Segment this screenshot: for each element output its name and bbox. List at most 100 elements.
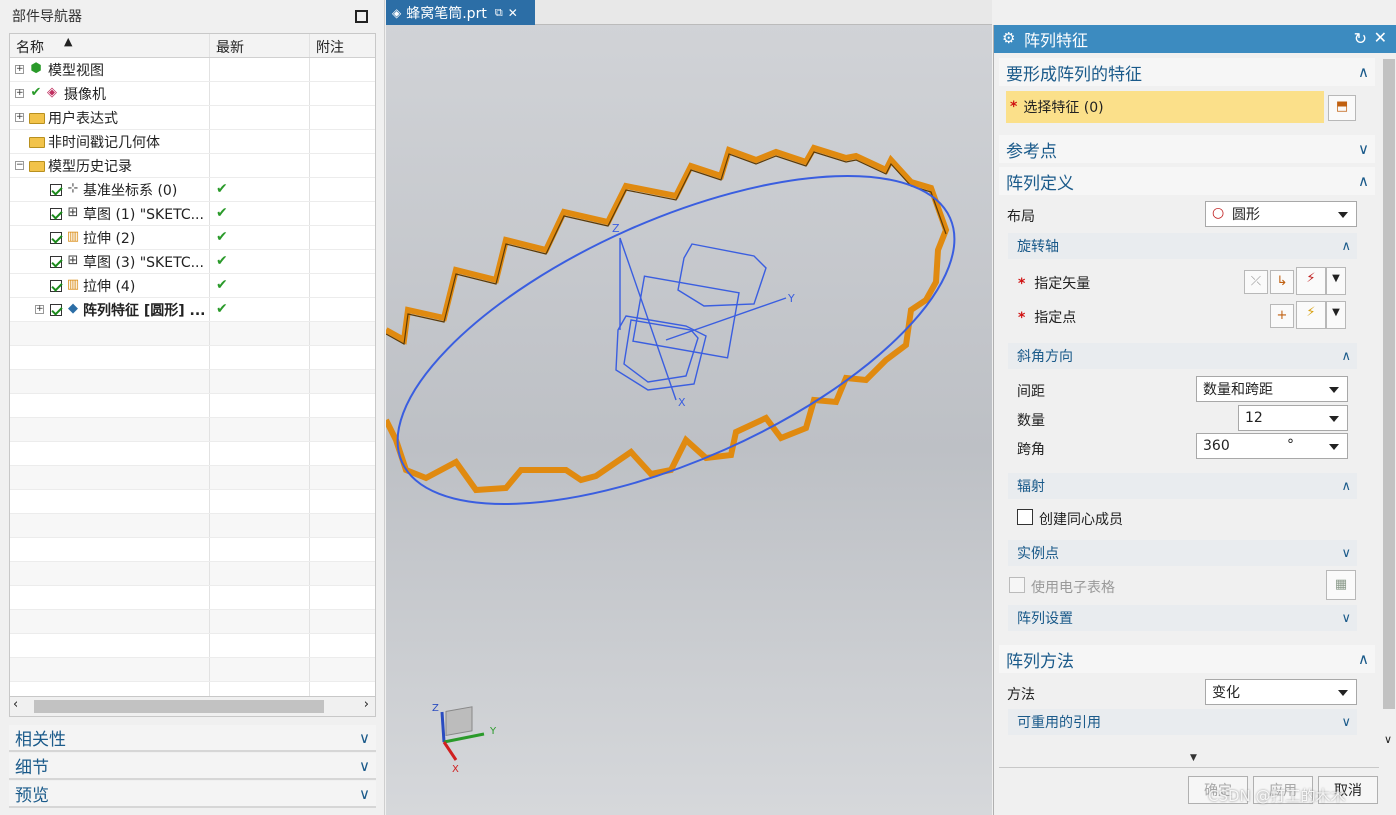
subsection-reusable-references[interactable]: 可重用的引用 ∨ xyxy=(1008,709,1357,735)
select-feature-label: 选择特征 (0) xyxy=(1023,100,1104,116)
visibility-checkbox[interactable] xyxy=(50,256,62,268)
tree-item-cameras[interactable]: + ✔ ◈ 摄像机 xyxy=(10,82,375,106)
tab-document[interactable]: ◈ 蜂窝笔筒.prt ⧉ ✕ xyxy=(386,0,535,25)
pattern-feature-icon: ◆ xyxy=(68,301,78,316)
tree-item-extrude-4[interactable]: ▥ 拉伸 (4) ✔ xyxy=(10,274,375,298)
select-feature-icon[interactable]: ⬒ xyxy=(1328,95,1356,121)
tree-item-extrude-2[interactable]: ▥ 拉伸 (2) ✔ xyxy=(10,226,375,250)
tree-item-model-views[interactable]: + ⬢ 模型视图 xyxy=(10,58,375,82)
restore-icon[interactable]: ⧉ xyxy=(495,6,503,20)
tree-item-sketch-1[interactable]: ⊞ 草图 (1) "SKETC... ✔ xyxy=(10,202,375,226)
expand-more-icon[interactable]: ▼ xyxy=(1190,753,1197,763)
section-reference-point[interactable]: 参考点 ∨ xyxy=(999,135,1375,163)
subsection-instance-points[interactable]: 实例点 ∨ xyxy=(1008,540,1357,566)
folder-icon xyxy=(29,113,45,124)
scroll-right-icon[interactable]: › xyxy=(364,697,369,712)
horizontal-scrollbar[interactable]: ‹ › xyxy=(9,697,376,717)
vector-dropdown-icon[interactable]: ▼ xyxy=(1326,267,1346,295)
dialog-titlebar: ⚙ 阵列特征 ↻ ✕ xyxy=(994,25,1396,53)
tree-item-pattern-feature[interactable]: + ◆ 阵列特征 [圆形] ... ✔ xyxy=(10,298,375,322)
maximize-icon[interactable] xyxy=(355,10,368,23)
tree-item-label: 阵列特征 [圆形] ... xyxy=(83,302,206,319)
spacing-dropdown[interactable]: 数量和跨距 xyxy=(1196,376,1348,402)
dialog-vertical-scrollbar[interactable]: ∨ xyxy=(1381,55,1396,755)
axis-label-z: Z xyxy=(612,222,620,235)
up-to-date-icon: ✔ xyxy=(216,277,228,293)
span-angle-input[interactable]: 360 ° xyxy=(1196,433,1348,459)
tree-item-label: 草图 (1) "SKETC... xyxy=(83,206,204,223)
visibility-checkbox[interactable] xyxy=(50,232,62,244)
folder-icon xyxy=(29,137,45,148)
subsection-angular-direction[interactable]: 斜角方向 ∧ xyxy=(1008,343,1357,369)
folder-open-icon xyxy=(29,161,45,172)
reset-icon[interactable]: ↻ xyxy=(1354,29,1367,48)
subsection-rotation-axis[interactable]: 旋转轴 ∧ xyxy=(1008,233,1357,259)
spreadsheet-icon[interactable]: ▦ xyxy=(1326,570,1356,600)
part-file-icon: ◈ xyxy=(392,5,402,20)
section-details[interactable]: 细节 ∨ xyxy=(9,753,376,780)
up-to-date-icon: ✔ xyxy=(216,205,228,221)
scroll-left-icon[interactable]: ‹ xyxy=(13,697,18,712)
method-label: 方法 xyxy=(1007,687,1035,703)
section-pattern-definition[interactable]: 阵列定义 ∧ xyxy=(999,167,1375,195)
visibility-checkbox[interactable] xyxy=(50,208,62,220)
sketch-icon: ⊞ xyxy=(67,205,79,220)
section-features-to-pattern[interactable]: 要形成阵列的特征 ∧ xyxy=(999,58,1375,86)
model-canvas[interactable]: Z Y X Z Y X xyxy=(386,0,992,815)
scrollbar-thumb[interactable] xyxy=(1383,59,1395,709)
tree-item-user-expressions[interactable]: + 用户表达式 xyxy=(10,106,375,130)
datum-csys-icon: ⊹ xyxy=(67,181,79,196)
visibility-checkbox[interactable] xyxy=(50,304,62,316)
tab-label: 蜂窝笔筒.prt xyxy=(406,5,487,22)
point-dropdown-icon[interactable]: ▼ xyxy=(1326,301,1346,329)
select-feature-row[interactable]: * 选择特征 (0) xyxy=(1006,91,1324,123)
vector-dialog-icon[interactable]: ⚡ xyxy=(1296,267,1326,295)
tree-item-sketch-3[interactable]: ⊞ 草图 (3) "SKETC... ✔ xyxy=(10,250,375,274)
gear-icon: ⚙ xyxy=(1002,29,1016,47)
reverse-direction-icon[interactable]: ⤫ xyxy=(1244,270,1268,294)
visibility-checkbox[interactable] xyxy=(50,184,62,196)
create-concentric-checkbox[interactable] xyxy=(1017,509,1033,525)
tree-item-unused-geometry[interactable]: 非时间戳记几何体 xyxy=(10,130,375,154)
navigator-header: 部件导航器 xyxy=(0,0,385,32)
section-preview[interactable]: 预览 ∨ xyxy=(9,781,376,808)
expand-icon[interactable]: + xyxy=(35,305,44,314)
subsection-radiate[interactable]: 辐射 ∧ xyxy=(1008,473,1357,499)
use-spreadsheet-checkbox[interactable] xyxy=(1009,577,1025,593)
method-value: 变化 xyxy=(1212,685,1240,701)
scrollbar-thumb[interactable] xyxy=(34,700,324,713)
orientation-triad-icon: Z Y X xyxy=(432,703,497,775)
column-notes[interactable]: 附注 xyxy=(316,37,344,57)
column-name[interactable]: 名称 xyxy=(16,37,44,57)
tree-item-label: 模型历史记录 xyxy=(48,158,132,175)
section-label: 参考点 xyxy=(1006,141,1057,162)
navigator-tree[interactable]: 名称 ▲ 最新 附注 + ⬢ 模型视图 + ✔ ◈ 摄像机 + 用户表达式 非时… xyxy=(9,33,376,697)
graphics-viewport[interactable]: Z Y X Z Y X xyxy=(386,0,992,815)
point-inferred-icon[interactable]: + xyxy=(1270,304,1294,328)
count-input[interactable]: 12 xyxy=(1238,405,1348,431)
chevron-down-icon: ∨ xyxy=(1341,714,1351,730)
collapse-icon[interactable]: − xyxy=(15,161,24,170)
expand-icon[interactable]: + xyxy=(15,65,24,74)
tree-item-model-history[interactable]: − 模型历史记录 xyxy=(10,154,375,178)
visibility-checkbox[interactable] xyxy=(50,280,62,292)
section-dependencies[interactable]: 相关性 ∨ xyxy=(9,725,376,752)
column-latest[interactable]: 最新 xyxy=(216,37,244,57)
section-label: 阵列方法 xyxy=(1006,651,1074,672)
section-pattern-method[interactable]: 阵列方法 ∧ xyxy=(999,645,1375,673)
close-icon[interactable]: ✕ xyxy=(1374,28,1387,47)
scroll-down-icon[interactable]: ∨ xyxy=(1384,733,1392,746)
chevron-down-icon: ∨ xyxy=(359,756,370,775)
point-dialog-icon[interactable]: ⚡ xyxy=(1296,301,1326,329)
close-tab-icon[interactable]: ✕ xyxy=(508,6,518,20)
vector-inferred-icon[interactable]: ↳ xyxy=(1270,270,1294,294)
count-value: 12 xyxy=(1245,410,1263,426)
method-dropdown[interactable]: 变化 xyxy=(1205,679,1357,705)
expand-icon[interactable]: + xyxy=(15,89,24,98)
svg-text:Y: Y xyxy=(489,726,497,737)
model-view-icon: ⬢ xyxy=(30,61,42,76)
tree-item-datum-csys[interactable]: ⊹ 基准坐标系 (0) ✔ xyxy=(10,178,375,202)
subsection-pattern-settings[interactable]: 阵列设置 ∨ xyxy=(1008,605,1357,631)
layout-dropdown[interactable]: ○ 圆形 xyxy=(1205,201,1357,227)
expand-icon[interactable]: + xyxy=(15,113,24,122)
